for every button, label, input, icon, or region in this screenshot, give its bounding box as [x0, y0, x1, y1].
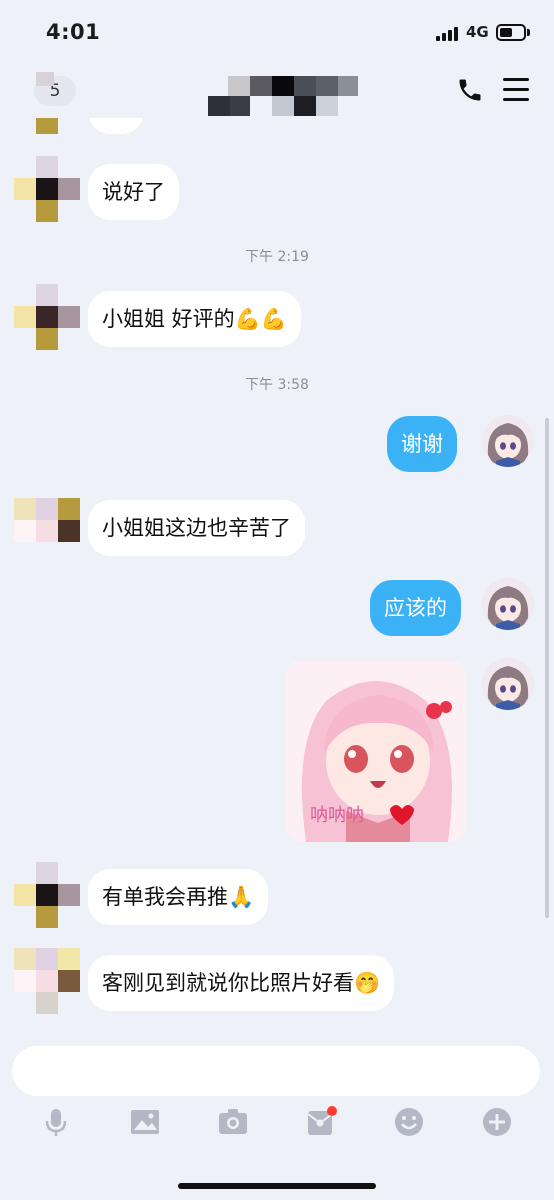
message-bubble[interactable]: 说好了: [88, 164, 179, 220]
red-packet-icon[interactable]: [305, 1106, 337, 1138]
contact-avatar[interactable]: [14, 948, 80, 1014]
microphone-icon[interactable]: [40, 1106, 72, 1138]
message-text: 应该的: [384, 596, 447, 620]
contact-avatar[interactable]: [14, 498, 80, 564]
sticker-caption: 呐呐呐: [310, 805, 364, 826]
sticker-image[interactable]: 呐呐呐: [286, 661, 466, 842]
message-text: 谢谢: [401, 432, 443, 456]
my-avatar[interactable]: [482, 578, 534, 630]
timestamp: 下午 3:58: [245, 377, 309, 393]
my-avatar[interactable]: [482, 415, 534, 467]
message-text: 小姐姐这边也辛苦了: [102, 516, 291, 540]
chat-header: 5: [0, 64, 554, 118]
anime-avatar-icon: [482, 415, 534, 467]
message-text: 客刚见到就说你比照片好看🤭: [102, 971, 381, 995]
status-time: 4:01: [46, 20, 101, 44]
contact-avatar[interactable]: [14, 284, 80, 350]
my-avatar[interactable]: [482, 658, 534, 710]
menu-icon[interactable]: [503, 78, 529, 102]
notification-dot: [327, 1106, 337, 1116]
message-bubble[interactable]: 有单我会再推🙏: [88, 869, 269, 925]
phone-icon[interactable]: [456, 76, 484, 104]
input-bar: [0, 1032, 554, 1200]
contact-avatar[interactable]: [14, 862, 80, 928]
contact-avatar[interactable]: [14, 118, 80, 156]
battery-icon: [496, 24, 526, 41]
home-indicator[interactable]: [178, 1183, 376, 1189]
timestamp: 下午 2:19: [245, 249, 309, 265]
scrollbar[interactable]: [545, 418, 549, 918]
status-bar: 4:01 4G: [0, 0, 554, 64]
message-input[interactable]: [12, 1046, 540, 1096]
contact-avatar[interactable]: [14, 156, 80, 222]
message-bubble[interactable]: 小姐姐 好评的💪💪: [88, 291, 301, 347]
anime-avatar-icon: [482, 578, 534, 630]
plus-icon[interactable]: [481, 1106, 513, 1138]
message-bubble-partial[interactable]: [88, 118, 144, 134]
my-message-bubble[interactable]: 应该的: [370, 580, 461, 636]
message-bubble[interactable]: 客刚见到就说你比照片好看🤭: [88, 955, 395, 1011]
emoji-icon[interactable]: [393, 1106, 425, 1138]
anime-girl-sticker-icon: 呐呐呐: [286, 661, 466, 842]
message-text: 说好了: [102, 180, 165, 204]
camera-icon[interactable]: [217, 1106, 249, 1138]
anime-avatar-icon: [482, 658, 534, 710]
message-text: 小姐姐 好评的💪💪: [102, 307, 287, 331]
my-message-bubble[interactable]: 谢谢: [387, 416, 457, 472]
message-bubble[interactable]: 小姐姐这边也辛苦了: [88, 500, 305, 556]
contact-name-blurred: [208, 70, 358, 116]
back-avatar-blur: [36, 72, 54, 86]
message-text: 有单我会再推🙏: [102, 885, 255, 909]
image-icon[interactable]: [129, 1106, 161, 1138]
message-list[interactable]: 说好了 下午 2:19 小姐姐 好评的💪💪 下午 3:58 谢谢 小姐姐这边也辛…: [0, 118, 554, 1032]
network-label: 4G: [466, 23, 489, 41]
signal-icon: [436, 27, 462, 41]
